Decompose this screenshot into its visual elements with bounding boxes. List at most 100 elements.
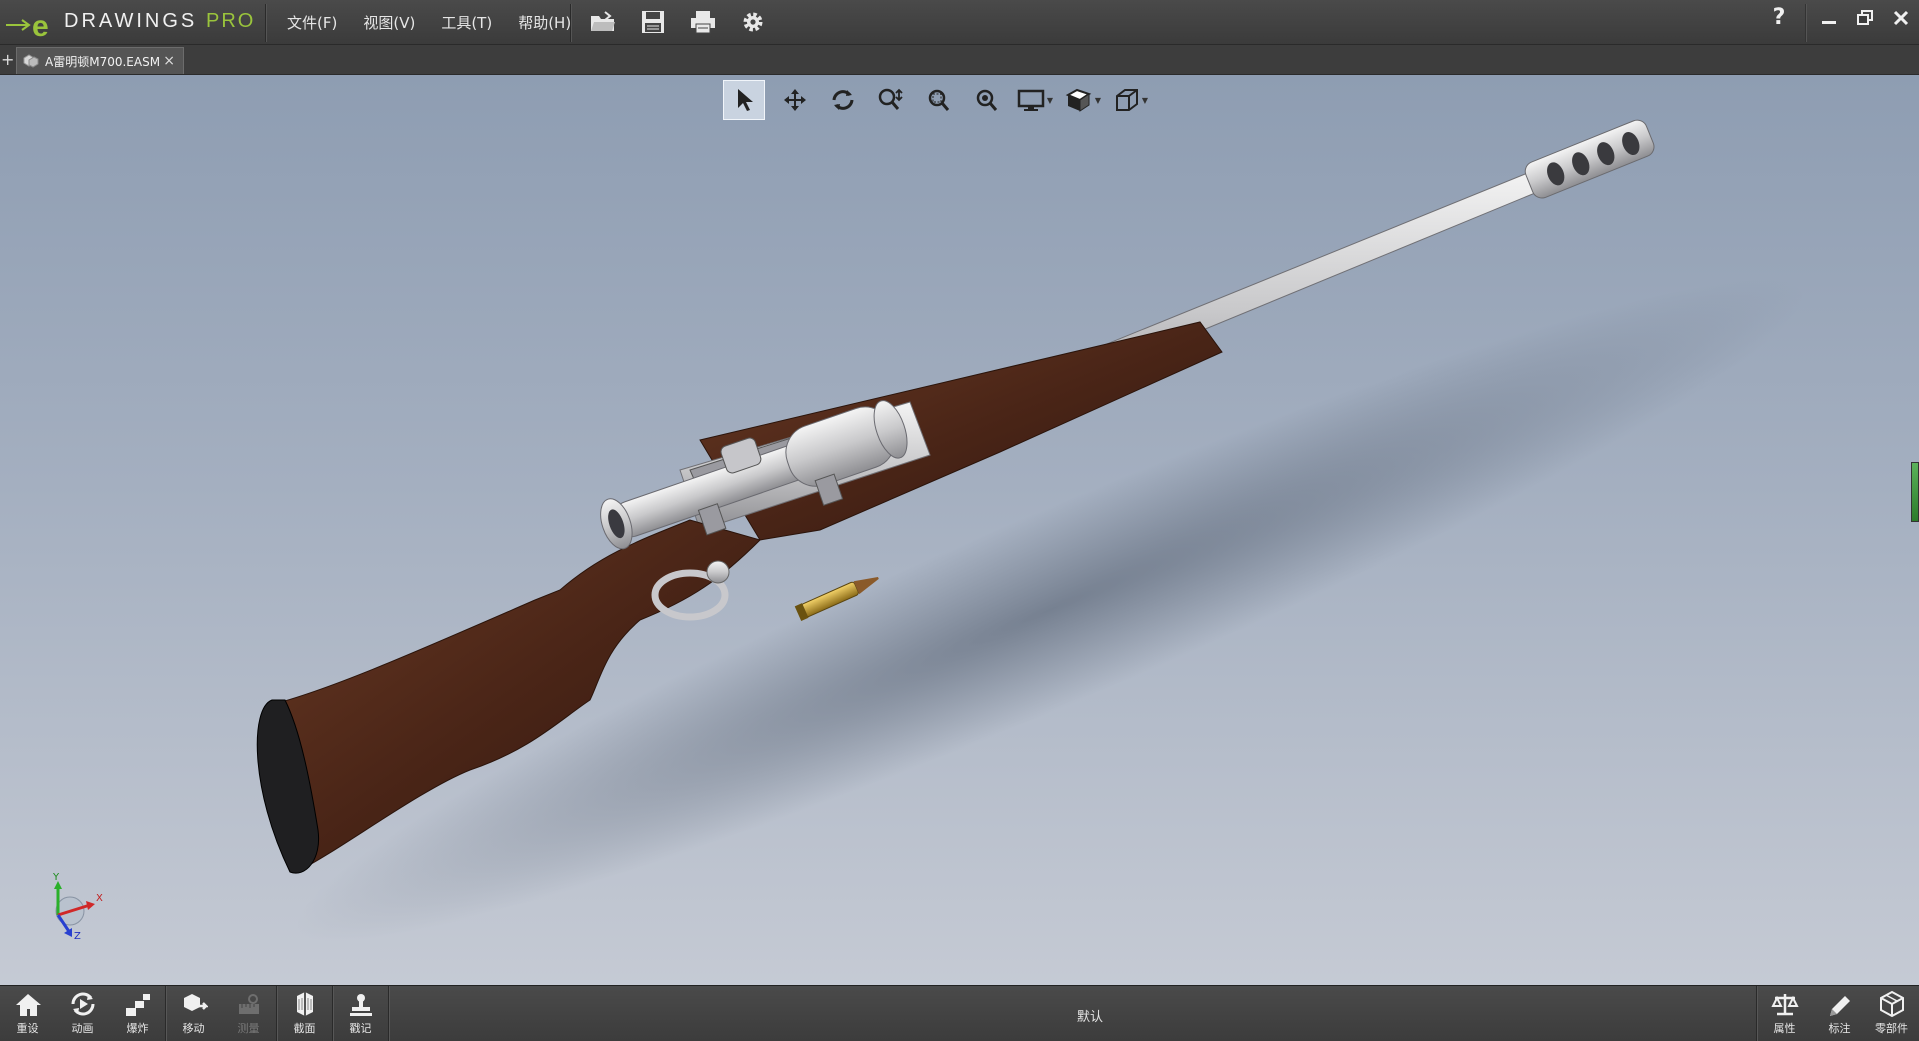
move-icon <box>183 994 208 1011</box>
pan-icon <box>784 89 806 111</box>
shading-icon <box>1065 88 1092 112</box>
components-button[interactable]: 零部件 <box>1864 986 1919 1041</box>
select-icon <box>738 89 753 111</box>
components-label: 零部件 <box>1875 1022 1908 1035</box>
settings-button[interactable] <box>728 6 778 38</box>
rotate-icon <box>832 90 854 110</box>
measure-icon <box>238 994 259 1014</box>
move-button[interactable]: 移动 <box>166 986 221 1041</box>
close-tab-button[interactable]: × <box>163 53 175 69</box>
svg-text:e: e <box>32 12 49 40</box>
display-style-icon <box>1017 89 1045 111</box>
animation-label: 动画 <box>71 1022 94 1035</box>
triad-z-label: Z <box>74 931 81 941</box>
document-tab-bar: + A雷明顿M700.EASM × <box>0 45 1919 75</box>
close-icon <box>1893 10 1909 26</box>
print-button[interactable] <box>678 6 728 38</box>
open-button[interactable] <box>578 6 628 38</box>
section-label: 截面 <box>293 1022 316 1035</box>
zoom-icon <box>878 88 903 110</box>
logo-mark-icon: e <box>6 12 49 40</box>
section-button[interactable]: 截面 <box>277 986 332 1041</box>
configuration-name[interactable]: 默认 <box>1040 1006 1140 1025</box>
stamp-button[interactable]: 戳记 <box>333 986 388 1041</box>
save-icon <box>642 11 664 33</box>
close-window-button[interactable] <box>1883 0 1919 36</box>
display-style-button[interactable]: ▼ <box>1011 80 1059 120</box>
divider <box>265 4 267 42</box>
measure-label: 测量 <box>237 1022 260 1035</box>
new-tab-button[interactable]: + <box>1 52 14 70</box>
stamp-icon <box>349 994 372 1016</box>
logo-word: DRAWINGS <box>64 10 198 32</box>
document-tab-title: A雷明顿M700.EASM <box>45 54 161 69</box>
zoom-area-button[interactable] <box>915 80 963 120</box>
standard-views-icon <box>1115 89 1138 111</box>
viewport-scroll-thumb[interactable] <box>1911 462 1919 522</box>
dropdown-arrow-icon[interactable]: ▼ <box>1142 96 1148 105</box>
home-icon <box>15 994 41 1016</box>
explode-button[interactable]: 爆炸 <box>110 986 165 1041</box>
markup-button[interactable]: 标注 <box>1812 986 1867 1041</box>
restore-icon <box>1857 10 1873 25</box>
zoom-fit-button[interactable] <box>963 80 1011 120</box>
pan-tool-button[interactable] <box>771 80 819 120</box>
open-icon <box>591 11 615 31</box>
quick-toolbar <box>578 6 778 38</box>
save-button[interactable] <box>628 6 678 38</box>
section-icon <box>296 992 313 1016</box>
rifle-model[interactable] <box>0 75 1919 985</box>
document-tab[interactable]: A雷明顿M700.EASM × <box>16 47 184 74</box>
properties-label: 属性 <box>1773 1022 1796 1035</box>
menu-tools[interactable]: 工具(T) <box>428 0 505 44</box>
dropdown-arrow-icon[interactable]: ▼ <box>1095 96 1101 105</box>
divider <box>388 986 390 1041</box>
rotate-tool-button[interactable] <box>819 80 867 120</box>
bolt-knob[interactable] <box>706 560 730 584</box>
minimize-icon <box>1822 21 1836 24</box>
app-logo: e DRAWINGS PRO <box>6 6 264 40</box>
reset-button[interactable]: 重设 <box>0 986 55 1041</box>
balance-icon <box>1770 994 1799 1016</box>
menu-view[interactable]: 视图(V) <box>350 0 428 44</box>
triad-y-label: Y <box>52 872 60 883</box>
measure-button: 测量 <box>221 986 276 1041</box>
menu-help[interactable]: 帮助(H) <box>505 0 584 44</box>
coordinate-triad: Y X Z <box>52 872 103 941</box>
explode-label: 爆炸 <box>126 1022 149 1035</box>
assembly-file-icon <box>23 54 39 68</box>
bottom-toolbar: 重设 动画 爆炸 移动 测量 截面 戳记 默认 属性 标注 零部件 <box>0 985 1919 1041</box>
3d-viewport[interactable]: ▼ ▼ ▼ Y X Z <box>0 75 1919 985</box>
reset-label: 重设 <box>16 1022 39 1035</box>
triad-x-label: X <box>96 893 103 904</box>
shading-button[interactable]: ▼ <box>1059 80 1107 120</box>
properties-button[interactable]: 属性 <box>1757 986 1812 1041</box>
components-icon <box>1879 990 1904 1018</box>
print-icon <box>691 11 715 34</box>
title-bar: e DRAWINGS PRO 文件(F) 视图(V) 工具(T) 帮助(H) ? <box>0 0 1919 45</box>
animation-button[interactable]: 动画 <box>55 986 110 1041</box>
move-label: 移动 <box>182 1022 205 1035</box>
select-tool-button[interactable] <box>723 80 765 120</box>
menu-file[interactable]: 文件(F) <box>274 0 350 44</box>
menu-bar: 文件(F) 视图(V) 工具(T) 帮助(H) <box>274 0 584 44</box>
markup-label: 标注 <box>1828 1022 1851 1035</box>
dropdown-arrow-icon[interactable]: ▼ <box>1047 96 1053 105</box>
explode-icon <box>125 994 150 1016</box>
zoom-area-icon <box>928 89 950 111</box>
logo-suffix: PRO <box>206 10 256 32</box>
help-button[interactable]: ? <box>1761 0 1797 36</box>
zoom-fit-icon <box>976 89 998 111</box>
zoom-tool-button[interactable] <box>867 80 915 120</box>
standard-views-button[interactable]: ▼ <box>1107 80 1155 120</box>
minimize-button[interactable] <box>1811 0 1847 36</box>
restore-button[interactable] <box>1847 0 1883 36</box>
view-toolbar: ▼ ▼ ▼ <box>723 80 1155 120</box>
muzzle-brake[interactable] <box>1522 117 1657 201</box>
window-controls: ? <box>1761 0 1919 36</box>
settings-icon <box>743 12 763 32</box>
stamp-label: 戳记 <box>349 1022 372 1035</box>
divider <box>570 4 572 42</box>
pencil-icon <box>1829 996 1850 1016</box>
model-shadow <box>294 277 1806 943</box>
